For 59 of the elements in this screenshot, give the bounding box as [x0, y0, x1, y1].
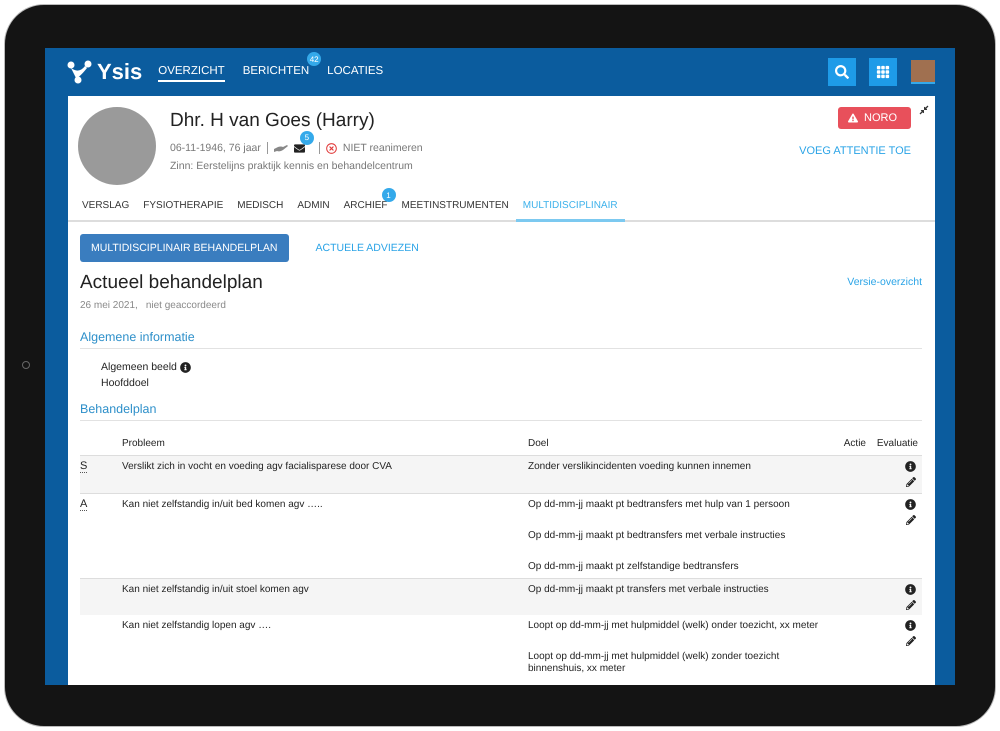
- column-header: Actie: [842, 438, 867, 450]
- warning-icon: [848, 113, 858, 123]
- mail-icon[interactable]: [294, 142, 305, 154]
- count-badge: 42: [307, 52, 322, 66]
- patient-name: Dhr. H van Goes (Harry): [170, 110, 376, 132]
- count-badge: 5: [300, 130, 314, 144]
- table-cell-text: Op dd-mm-jj maakt pt bedtransfers met verbale instructies: [528, 530, 786, 542]
- info-icon[interactable]: [905, 460, 916, 472]
- apps-button[interactable]: [869, 58, 897, 86]
- tab[interactable]: FYSIOTHERAPIE: [136, 196, 230, 222]
- info-icon[interactable]: [905, 620, 916, 631]
- plan-status: niet geaccordeerd: [146, 300, 226, 312]
- table-cell-text: Verslikt zich in vocht en voeding agv facialisparese door CVA: [122, 460, 393, 474]
- column-header: Probleem: [122, 438, 166, 450]
- grid-icon: [876, 65, 890, 79]
- info-icon[interactable]: [905, 584, 916, 595]
- info-label: Algemeen beeld: [101, 360, 177, 374]
- table-cell-text: Loopt op dd-mm-jj met hulpmiddel (welk) zonder toezicht binnenshuis, xx meter: [528, 650, 780, 675]
- section-heading: Algemene informatie: [80, 330, 922, 349]
- table-cell-text: Zonder verslikincidenten voeding kunnen innemen: [528, 460, 752, 473]
- table-cell-text: Op dd-mm-jj maakt pt transfers met verbale instructies: [528, 584, 770, 596]
- table-cell-text: Kan niet zelfstandig lopen agv ….: [122, 620, 272, 633]
- nav-link[interactable]: LOCATIES: [327, 62, 384, 82]
- nav-link[interactable]: BERICHTEN: [242, 62, 310, 82]
- search-icon: [835, 65, 849, 79]
- search-button[interactable]: [828, 58, 856, 86]
- column-header: Evaluatie: [876, 438, 919, 450]
- pencil-icon[interactable]: [906, 476, 916, 487]
- table-cell-text: Op dd-mm-jj maakt pt bedtransfers met hulp van 1 persoon: [528, 498, 791, 511]
- table-cell-text: Loopt op dd-mm-jj met hulpmiddel (welk) onder toezicht, xx meter: [528, 620, 820, 632]
- nav-link[interactable]: OVERZICHT: [158, 62, 225, 82]
- table-cell-text: Kan niet zelfstandig in/uit stoel komen agv: [122, 584, 310, 597]
- table-cell-text: Op dd-mm-jj maakt pt zelfstandige bedtransfers: [528, 560, 740, 573]
- logo-text: Ysis: [97, 59, 142, 85]
- birth-date: 06-11-1946, 76 jaar: [170, 142, 261, 154]
- alert-button[interactable]: NORO: [838, 107, 911, 129]
- section-heading: Behandelplan: [80, 402, 922, 421]
- info-icon[interactable]: [180, 362, 191, 373]
- table-cell-text: Kan niet zelfstandig in/uit bed komen agv …..: [122, 498, 324, 512]
- location-text: Zinn: Eerstelijns praktijk kennis en behandelcentrum: [170, 160, 414, 172]
- tab[interactable]: MEDISCH: [230, 196, 290, 222]
- subtab-button[interactable]: MULTIDISCIPLINAIR BEHANDELPLAN: [80, 234, 289, 262]
- tab[interactable]: VERSLAG: [75, 196, 136, 222]
- pencil-icon[interactable]: [906, 600, 916, 610]
- camera-icon: [22, 361, 30, 369]
- tab[interactable]: MEETINSTRUMENTEN: [394, 196, 516, 222]
- plan-date: 26 mei 2021,: [80, 300, 138, 312]
- column-header: Doel: [528, 438, 550, 450]
- info-icon[interactable]: [905, 498, 916, 510]
- info-label: Hoofddoel: [101, 377, 149, 390]
- resuscitation-status: NIET reanimeren: [342, 142, 423, 154]
- plan-title: Actueel behandelplan: [80, 272, 263, 295]
- pencil-icon[interactable]: [906, 636, 916, 646]
- tab[interactable]: ADMIN: [290, 196, 337, 222]
- logo-icon: [67, 60, 93, 84]
- hand-icon: [274, 144, 288, 152]
- pencil-icon[interactable]: [906, 514, 916, 525]
- count-badge: 1: [382, 188, 396, 202]
- collapse-icon[interactable]: [919, 105, 929, 115]
